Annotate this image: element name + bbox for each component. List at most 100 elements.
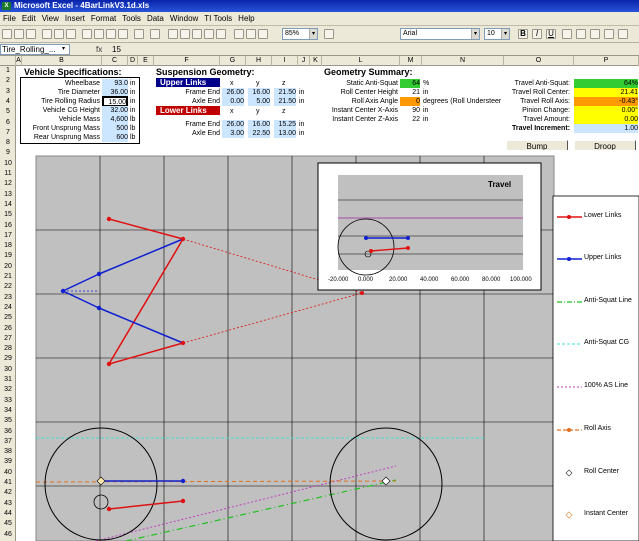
align-center-icon[interactable] (576, 29, 586, 39)
suspension-chart[interactable] (16, 150, 639, 541)
travel-value[interactable]: 1.00 (574, 124, 638, 133)
row-header[interactable]: 16 (0, 221, 16, 230)
column-header[interactable]: J (298, 56, 310, 66)
column-header[interactable]: M (400, 56, 422, 66)
column-header[interactable]: E (138, 56, 154, 66)
align-left-icon[interactable] (562, 29, 572, 39)
formula-input[interactable]: 15 (112, 44, 121, 55)
geom-value[interactable]: 21.50 (274, 97, 296, 106)
column-header[interactable]: I (272, 56, 298, 66)
function-icon[interactable] (192, 29, 202, 39)
column-header[interactable]: G (220, 56, 246, 66)
row-header[interactable]: 11 (0, 169, 16, 178)
new-icon[interactable] (2, 29, 12, 39)
geom-value[interactable]: 26.00 (222, 88, 244, 97)
menu-insert[interactable]: Insert (62, 14, 88, 23)
row-header[interactable]: 24 (0, 303, 16, 312)
row-header[interactable]: 30 (0, 365, 16, 374)
row-header[interactable]: 34 (0, 406, 16, 415)
geom-value[interactable]: 26.00 (222, 120, 244, 129)
menu-format[interactable]: Format (88, 14, 119, 23)
geom-value[interactable]: 13.00 (274, 129, 296, 138)
row-header[interactable]: 31 (0, 375, 16, 384)
row-header[interactable]: 42 (0, 488, 16, 497)
column-header[interactable]: O (504, 56, 574, 66)
row-header[interactable]: 13 (0, 190, 16, 199)
geom-value[interactable]: 3.00 (222, 129, 244, 138)
row-header[interactable]: 33 (0, 396, 16, 405)
menu-help[interactable]: Help (235, 14, 257, 23)
row-header[interactable]: 22 (0, 282, 16, 291)
paste-icon[interactable] (106, 29, 116, 39)
row-header[interactable]: 18 (0, 241, 16, 250)
open-icon[interactable] (14, 29, 24, 39)
underline-button[interactable]: U (546, 29, 556, 39)
column-header[interactable]: B (22, 56, 102, 66)
column-header[interactable]: P (574, 56, 639, 66)
column-header[interactable]: K (310, 56, 322, 66)
column-header[interactable]: C (102, 56, 128, 66)
chevron-down-icon[interactable]: ▾ (62, 45, 65, 52)
menu-data[interactable]: Data (144, 14, 167, 23)
row-header[interactable]: 39 (0, 457, 16, 466)
copy-icon[interactable] (94, 29, 104, 39)
row-header[interactable]: 12 (0, 179, 16, 188)
geom-value[interactable]: 16.00 (248, 120, 270, 129)
row-header[interactable]: 2 (0, 76, 16, 85)
row-header[interactable]: 6 (0, 118, 16, 127)
row-header[interactable]: 46 (0, 530, 16, 539)
menu-tools[interactable]: Tools (119, 14, 144, 23)
menu-ti-tools[interactable]: TI Tools (201, 14, 235, 23)
row-header[interactable]: 4 (0, 97, 16, 106)
row-header[interactable]: 38 (0, 447, 16, 456)
chart-wizard-icon[interactable] (234, 29, 244, 39)
autosum-icon[interactable] (180, 29, 190, 39)
row-header[interactable]: 35 (0, 416, 16, 425)
row-header[interactable]: 15 (0, 210, 16, 219)
menu-window[interactable]: Window (167, 14, 201, 23)
geom-value[interactable]: 5.00 (248, 97, 270, 106)
save-icon[interactable] (26, 29, 36, 39)
geom-value[interactable]: 15.25 (274, 120, 296, 129)
row-header[interactable]: 8 (0, 138, 16, 147)
drawing-icon[interactable] (258, 29, 268, 39)
row-header[interactable]: 40 (0, 468, 16, 477)
italic-button[interactable]: I (532, 29, 542, 39)
row-header[interactable]: 20 (0, 262, 16, 271)
row-header[interactable]: 37 (0, 437, 16, 446)
preview-icon[interactable] (54, 29, 64, 39)
row-header[interactable]: 44 (0, 509, 16, 518)
row-header[interactable]: 43 (0, 499, 16, 508)
row-header[interactable]: 45 (0, 519, 16, 528)
row-header[interactable]: 21 (0, 272, 16, 281)
column-header[interactable]: D (128, 56, 138, 66)
format-painter-icon[interactable] (118, 29, 128, 39)
menu-file[interactable]: File (0, 14, 19, 23)
name-box[interactable]: Tire_Rolling_... (0, 44, 70, 55)
bold-button[interactable]: B (518, 29, 528, 39)
sort-desc-icon[interactable] (216, 29, 226, 39)
row-header[interactable]: 26 (0, 324, 16, 333)
column-header[interactable]: L (322, 56, 400, 66)
menu-view[interactable]: View (39, 14, 62, 23)
row-header[interactable]: 7 (0, 128, 16, 137)
undo-icon[interactable] (134, 29, 144, 39)
row-header[interactable]: 1 (0, 66, 16, 75)
geom-value[interactable]: 16.00 (248, 88, 270, 97)
row-header[interactable]: 32 (0, 385, 16, 394)
align-right-icon[interactable] (590, 29, 600, 39)
row-header[interactable]: 10 (0, 159, 16, 168)
zoom-select[interactable]: 85% ▾ (282, 28, 318, 40)
row-header[interactable]: 9 (0, 148, 16, 157)
geom-value[interactable]: 0.00 (222, 97, 244, 106)
currency-icon[interactable] (618, 29, 628, 39)
spelling-icon[interactable] (66, 29, 76, 39)
row-header[interactable]: 36 (0, 427, 16, 436)
column-header[interactable]: F (154, 56, 220, 66)
row-header[interactable]: 5 (0, 107, 16, 116)
font-select[interactable]: Arial ▾ (400, 28, 480, 40)
row-header[interactable]: 41 (0, 478, 16, 487)
geom-value[interactable]: 21.50 (274, 88, 296, 97)
row-header[interactable]: 25 (0, 313, 16, 322)
select-all-corner[interactable] (0, 56, 16, 66)
